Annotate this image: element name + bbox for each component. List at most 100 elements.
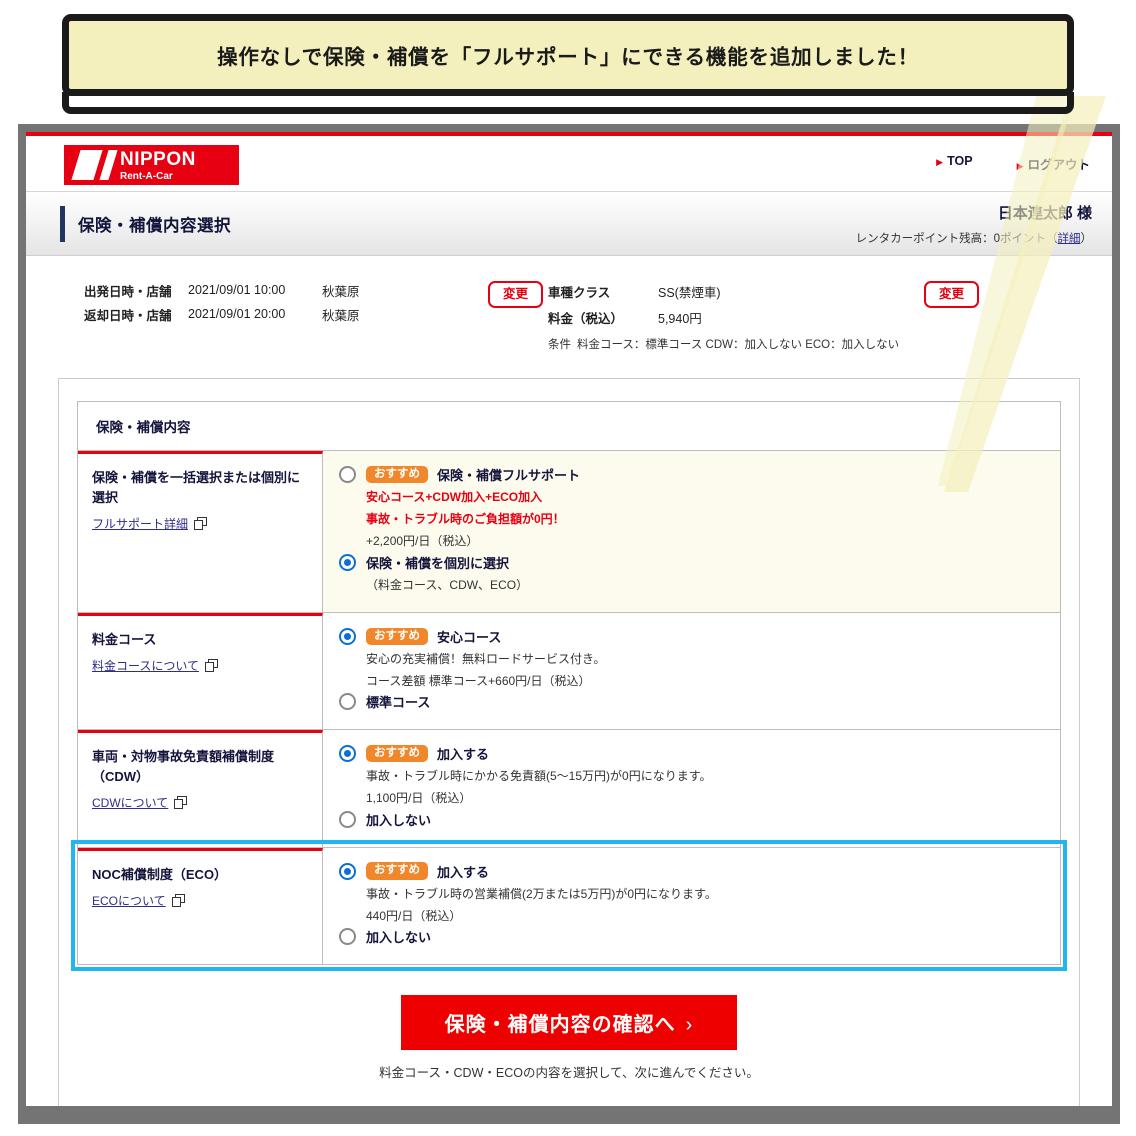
- confirm-button-label: 保険・補償内容の確認へ: [444, 1013, 676, 1036]
- user-info: 日本連太郎 様 レンタカーポイント残高：0ポイント（詳細）: [856, 202, 1092, 246]
- change-schedule-button[interactable]: 変更: [488, 281, 544, 308]
- page-title-bar: 保険・補償内容選択 日本連太郎 様 レンタカーポイント残高：0ポイント（詳細）: [26, 192, 1112, 256]
- option-info-link[interactable]: ECOについて: [92, 892, 185, 909]
- open-popup-icon: [194, 517, 208, 530]
- insurance-option-row: NOC補償制度（ECO） ECOについて おすすめ 加入する事故・トラブル時の営業補償…: [71, 839, 1067, 971]
- class-label: 車種クラス: [548, 285, 611, 300]
- radio-button[interactable]: [339, 745, 356, 763]
- insurance-rows: 保険・補償を一括選択または個別に選択 フルサポート詳細 おすすめ 保険・補償フルサポー…: [71, 451, 1067, 971]
- conditions-label: 条件: [548, 339, 571, 351]
- radio-choice[interactable]: 加入しない: [339, 927, 1044, 946]
- radio-choice[interactable]: おすすめ 加入する: [339, 744, 1044, 763]
- insurance-option-row: 車両・対物事故免責額補償制度（CDW） CDWについて おすすめ 加入する事故・トラブ…: [78, 729, 1060, 847]
- change-vehicle-button[interactable]: 変更: [924, 281, 980, 308]
- radio-button[interactable]: [339, 927, 356, 945]
- nippon-rent-a-car-logo[interactable]: NIPPON Rent-A-Car: [64, 145, 239, 185]
- radio-button[interactable]: [339, 553, 356, 571]
- choice-description-line: 1,100円/日（税込）: [366, 791, 472, 806]
- logo-text-secondary: Rent-A-Car: [120, 171, 173, 182]
- triangle-right-icon: ▶: [936, 157, 944, 167]
- option-info-link[interactable]: フルサポート詳細: [92, 515, 208, 532]
- page-content: NIPPON Rent-A-Car ▶ TOP ▶ ログアウト 保険・補償内容選択 …: [26, 132, 1112, 1106]
- recommended-badge: おすすめ: [366, 862, 428, 880]
- reservation-summary: 出発日時・店舗 2021/09/01 10:00 秋葉原 返却日時・店舗 202…: [26, 256, 1112, 376]
- option-info-link[interactable]: 料金コースについて: [92, 657, 219, 674]
- radio-choice[interactable]: おすすめ 保険・補償フルサポート: [339, 465, 1044, 484]
- choice-description-line: 事故・トラブル時にかかる免責額(5〜15万円)が0円になります。: [366, 769, 712, 784]
- page-title: 保険・補償内容選択: [78, 217, 231, 235]
- summary-conditions: 条件 料金コース：標準コース CDW：加入しない ECO：加入しない: [548, 336, 899, 352]
- radio-button[interactable]: [339, 693, 356, 711]
- radio-choice[interactable]: 標準コース: [339, 692, 1044, 711]
- option-label-title: 料金コース: [92, 631, 157, 647]
- choice-description-line: 安心コース+CDW加入+ECO加入: [366, 490, 543, 504]
- choice-description: 安心の充実補償！無料ロードサービス付き。 コース差額 標準コース+660円/日（税…: [366, 648, 1044, 692]
- choice-title: 安心コース: [437, 629, 502, 645]
- option-info-link[interactable]: CDWについて: [92, 794, 188, 811]
- choice-description-line: 事故・トラブル時のご負担額が0円！: [366, 512, 565, 527]
- radio-button[interactable]: [339, 466, 356, 483]
- return-datetime: 2021/09/01 20:00: [188, 307, 286, 321]
- site-header: NIPPON Rent-A-Car ▶ TOP ▶ ログアウト: [26, 136, 1112, 192]
- radio-choice[interactable]: 加入しない: [339, 810, 1044, 829]
- choice-title: 加入しない: [366, 812, 432, 828]
- open-popup-icon: [171, 894, 185, 907]
- browser-frame: NIPPON Rent-A-Car ▶ TOP ▶ ログアウト 保険・補償内容選択 …: [18, 124, 1120, 1124]
- chevron-right-icon: ›: [685, 1013, 694, 1036]
- option-label-title: 保険・補償を一括選択または個別に選択: [92, 470, 301, 505]
- change-vehicle-button-wrap: 変更: [924, 281, 980, 308]
- insurance-option-row: 料金コース 料金コースについて おすすめ 安心コース 安心の充実補償！無料ロードサービス…: [78, 611, 1060, 730]
- nav-link-top[interactable]: ▶ TOP: [936, 154, 972, 173]
- choice-description: （料金コース、CDW、ECO）: [366, 574, 1044, 596]
- class-value: SS(禁煙車): [658, 285, 721, 300]
- departure-shop: 秋葉原: [322, 284, 360, 299]
- summary-row-return: 返却日時・店舗 2021/09/01 20:00 秋葉原: [84, 302, 382, 326]
- cta-area: 保険・補償内容の確認へ › 料金コース・CDW・ECOの内容を選択して、次に進んで…: [77, 994, 1061, 1081]
- choice-description: 事故・トラブル時の営業補償(2万または5万円)が0円になります。 440円/日（税…: [366, 883, 1044, 927]
- choice-description-line: コース差額 標準コース+660円/日（税込）: [366, 673, 591, 688]
- radio-choice[interactable]: 保険・補償を個別に選択: [339, 553, 1044, 572]
- insurance-card: 保険・補償内容 保険・補償を一括選択または個別に選択 フルサポート詳細 おすすめ 保険…: [58, 378, 1080, 1106]
- choice-title: 加入する: [437, 864, 490, 880]
- radio-button[interactable]: [339, 862, 356, 880]
- point-detail-link[interactable]: 詳細: [1058, 233, 1081, 245]
- option-label-cell: 料金コース料金コースについて: [78, 612, 323, 730]
- option-label-title: 車両・対物事故免責額補償制度（CDW）: [92, 749, 275, 784]
- radio-button[interactable]: [339, 810, 356, 828]
- callout-text: 操作なしで保険・補償を「フルサポート」にできる機能を追加しました！: [217, 46, 919, 69]
- option-info-link-label: CDWについて: [92, 796, 169, 811]
- option-info-link-label: ECOについて: [92, 894, 166, 908]
- choice-description-line: 事故・トラブル時の営業補償(2万または5万円)が0円になります。: [366, 886, 717, 901]
- recommended-badge: おすすめ: [366, 744, 428, 763]
- radio-button[interactable]: [339, 627, 356, 645]
- conditions-value: 料金コース：標準コース CDW：加入しない ECO：加入しない: [577, 339, 900, 351]
- insurance-option-row: 保険・補償を一括選択または個別に選択フルサポート詳細 おすすめ 保険・補償フルサポー…: [78, 451, 1060, 612]
- choice-description: 事故・トラブル時にかかる免責額(5〜15万円)が0円になります。 1,100円/日…: [366, 765, 1044, 809]
- option-body-cell: おすすめ 安心コース安心の充実補償！無料ロードサービス付き。 コース差額 標準コース…: [323, 612, 1060, 730]
- choice-description-line: （料金コース、CDW、ECO）: [366, 577, 529, 592]
- radio-choice[interactable]: おすすめ 安心コース: [339, 627, 1044, 646]
- confirm-button[interactable]: 保険・補償内容の確認へ ›: [400, 994, 738, 1050]
- option-label-title: NOC補償制度（ECO）: [92, 866, 228, 882]
- nav-link-logout-label: ログアウト: [1027, 158, 1090, 172]
- open-popup-icon: [205, 659, 219, 673]
- point-balance: レンタカーポイント残高：0ポイント（詳細）: [856, 230, 1092, 246]
- return-shop: 秋葉原: [322, 308, 360, 323]
- point-balance-text: レンタカーポイント残高：0ポイント（: [855, 233, 1058, 245]
- nav-link-logout[interactable]: ▶ ログアウト: [1017, 154, 1090, 173]
- option-body-cell: おすすめ 加入する事故・トラブル時の営業補償(2万または5万円)が0円になります。…: [323, 847, 1060, 964]
- change-schedule-button-wrap: 変更: [488, 281, 544, 308]
- recommended-badge: おすすめ: [366, 627, 428, 645]
- insurance-table: 保険・補償内容 保険・補償を一括選択または個別に選択 フルサポート詳細 おすすめ 保険…: [71, 401, 1067, 971]
- choice-description-line: 安心の充実補償！無料ロードサービス付き。: [366, 651, 606, 666]
- choice-description-line: 440円/日（税込）: [366, 908, 462, 923]
- open-popup-icon: [174, 796, 188, 810]
- summary-vehicle: 車種クラス SS(禁煙車) 料金（税込） 5,940円 条件 料金コース：標準コー…: [548, 278, 899, 352]
- option-body-cell: おすすめ 加入する事故・トラブル時にかかる免責額(5〜15万円)が0円になります。…: [323, 730, 1060, 847]
- choice-title: 保険・補償フルサポート: [437, 468, 581, 483]
- nav-link-top-label: TOP: [947, 154, 973, 168]
- option-info-link-label: フルサポート詳細: [92, 517, 189, 531]
- triangle-right-icon: ▶: [1016, 161, 1024, 171]
- radio-choice[interactable]: おすすめ 加入する: [339, 862, 1044, 881]
- choice-description: 安心コース+CDW加入+ECO加入 事故・トラブル時のご負担額が0円！ +2,200…: [366, 486, 1044, 553]
